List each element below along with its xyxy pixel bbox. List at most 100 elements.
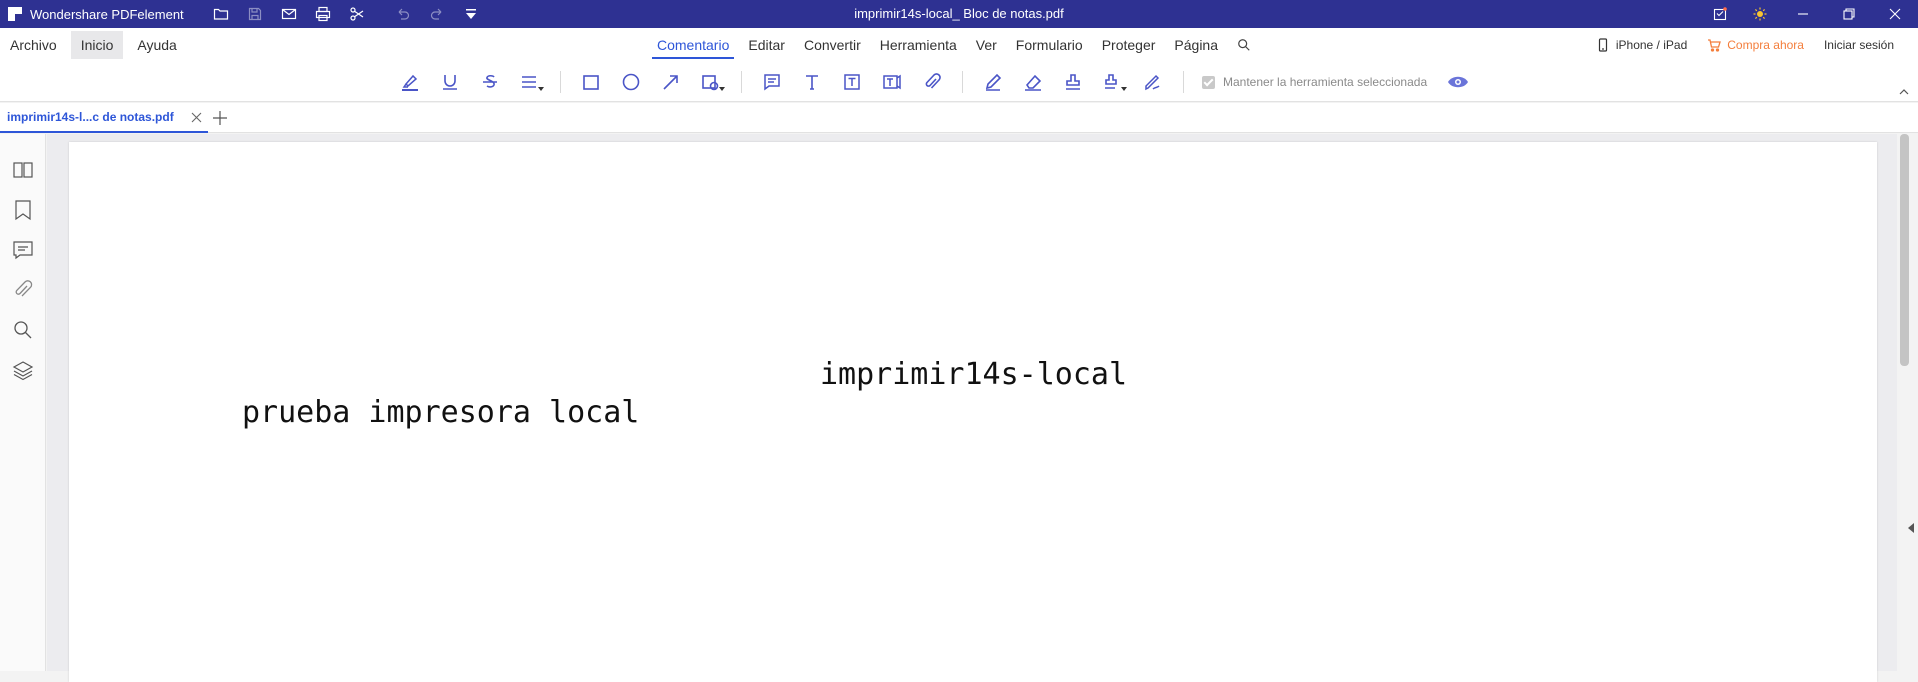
restore-icon	[1843, 8, 1855, 20]
comment-toolbar: Mantener la herramienta seleccionada	[0, 62, 1918, 102]
tab-comentario[interactable]: Comentario	[652, 28, 735, 62]
keep-tool-selected-label: Mantener la herramienta seleccionada	[1223, 75, 1428, 89]
tab-ver[interactable]: Ver	[971, 28, 1002, 62]
print-button[interactable]	[306, 0, 340, 28]
layers-panel-button[interactable]	[11, 358, 35, 382]
maximize-button[interactable]	[1826, 0, 1872, 28]
phone-icon	[1598, 38, 1607, 52]
close-tab-icon[interactable]	[191, 112, 202, 123]
document-tab-label: imprimir14s-l...c de notas.pdf	[7, 110, 174, 124]
menu-archivo[interactable]: Archivo	[0, 31, 67, 59]
text-tool[interactable]	[792, 62, 832, 102]
underline-tool[interactable]	[430, 62, 470, 102]
tab-pagina[interactable]: Página	[1169, 28, 1223, 62]
save-icon	[248, 7, 261, 21]
add-tab-icon[interactable]	[212, 110, 228, 126]
chevron-down-icon	[1121, 87, 1127, 91]
strikethrough-icon	[483, 74, 497, 88]
eye-icon[interactable]	[1447, 75, 1469, 89]
thumbnails-icon	[13, 162, 33, 178]
shapes-tool[interactable]	[691, 62, 731, 102]
attachment-icon	[15, 280, 33, 297]
sign-in-link[interactable]: Iniciar sesión	[1824, 38, 1894, 52]
iphone-ipad-link[interactable]: iPhone / iPad	[1596, 38, 1687, 52]
highlight-tool[interactable]	[390, 62, 430, 102]
arrow-tool[interactable]	[651, 62, 691, 102]
minimize-icon	[1798, 13, 1808, 15]
text-box-tool[interactable]	[832, 62, 872, 102]
tab-convertir[interactable]: Convertir	[799, 28, 866, 62]
mail-icon	[281, 8, 296, 20]
stamp-signature-icon	[1105, 74, 1117, 89]
strikethrough-tool[interactable]	[470, 62, 510, 102]
collapse-ribbon-icon[interactable]	[1898, 86, 1910, 98]
attachments-panel-button[interactable]	[11, 278, 35, 302]
open-folder-button[interactable]	[204, 0, 238, 28]
notification-button[interactable]	[1700, 0, 1740, 28]
tab-herramienta[interactable]: Herramienta	[875, 28, 962, 62]
close-icon	[1889, 8, 1901, 20]
save-button[interactable]	[238, 0, 272, 28]
comments-panel-button[interactable]	[11, 238, 35, 262]
pencil-tool[interactable]	[973, 62, 1013, 102]
eraser-tool[interactable]	[1013, 62, 1053, 102]
shapes-icon	[702, 75, 719, 91]
document-tab[interactable]: imprimir14s-l...c de notas.pdf	[0, 103, 208, 133]
redo-icon	[430, 8, 442, 20]
scrollbar-thumb[interactable]	[1900, 134, 1909, 366]
thumbnails-button[interactable]	[11, 158, 35, 182]
tab-proteger[interactable]: Proteger	[1097, 28, 1161, 62]
search-button[interactable]	[1232, 28, 1256, 62]
note-icon	[764, 74, 780, 91]
keep-tool-selected-checkbox[interactable]: Mantener la herramienta seleccionada	[1202, 75, 1427, 89]
document-tab-bar: imprimir14s-l...c de notas.pdf	[0, 103, 1918, 133]
tab-editar[interactable]: Editar	[743, 28, 790, 62]
search-panel-button[interactable]	[11, 318, 35, 342]
menu-ayuda[interactable]: Ayuda	[127, 31, 186, 59]
theme-toggle-button[interactable]	[1740, 0, 1780, 28]
menu-bar: Archivo Inicio Ayuda Comentario Editar C…	[0, 28, 1918, 62]
notification-icon	[1713, 7, 1727, 21]
callout-icon	[883, 74, 901, 90]
bookmarks-button[interactable]	[11, 198, 35, 222]
line-style-tool[interactable]	[510, 62, 550, 102]
left-sidebar	[0, 134, 56, 671]
email-button[interactable]	[272, 0, 306, 28]
oval-tool[interactable]	[611, 62, 651, 102]
tab-formulario[interactable]: Formulario	[1011, 28, 1088, 62]
buy-now-label: Compra ahora	[1727, 38, 1804, 52]
page-text-body: prueba impresora local	[242, 395, 640, 430]
customize-toolbar-button[interactable]	[454, 0, 488, 28]
cut-icon	[350, 7, 364, 21]
rectangle-icon	[583, 75, 599, 90]
circle-icon	[622, 73, 640, 91]
menu-inicio[interactable]: Inicio	[70, 31, 124, 59]
highlighter-icon	[402, 74, 418, 91]
pencil-icon	[985, 73, 1002, 91]
signature-stamp-tool[interactable]	[1093, 62, 1133, 102]
title-bar: Wondershare PDFelement imprimir14s-local…	[0, 0, 1918, 28]
text-icon	[806, 75, 818, 90]
redo-button[interactable]	[420, 0, 454, 28]
sign-document-tool[interactable]	[1133, 62, 1173, 102]
comment-icon	[13, 241, 33, 260]
checkbox-icon	[1202, 75, 1215, 89]
pdf-page: imprimir14s-local prueba impresora local	[69, 142, 1877, 682]
buy-now-link[interactable]: Compra ahora	[1707, 38, 1804, 52]
folder-icon	[213, 8, 228, 20]
cart-icon	[1708, 39, 1722, 52]
vertical-scrollbar[interactable]	[1897, 134, 1912, 671]
attachment-tool[interactable]	[912, 62, 952, 102]
sticky-note-tool[interactable]	[752, 62, 792, 102]
stamp-tool[interactable]	[1053, 62, 1093, 102]
undo-button[interactable]	[386, 0, 420, 28]
close-window-button[interactable]	[1872, 0, 1918, 28]
paperclip-icon	[925, 73, 941, 89]
iphone-ipad-label: iPhone / iPad	[1615, 38, 1688, 52]
expand-right-panel-icon[interactable]	[1908, 523, 1914, 533]
print-icon	[315, 6, 330, 22]
callout-tool[interactable]	[872, 62, 912, 102]
rectangle-tool[interactable]	[571, 62, 611, 102]
cut-button[interactable]	[340, 0, 374, 28]
minimize-button[interactable]	[1780, 0, 1826, 28]
